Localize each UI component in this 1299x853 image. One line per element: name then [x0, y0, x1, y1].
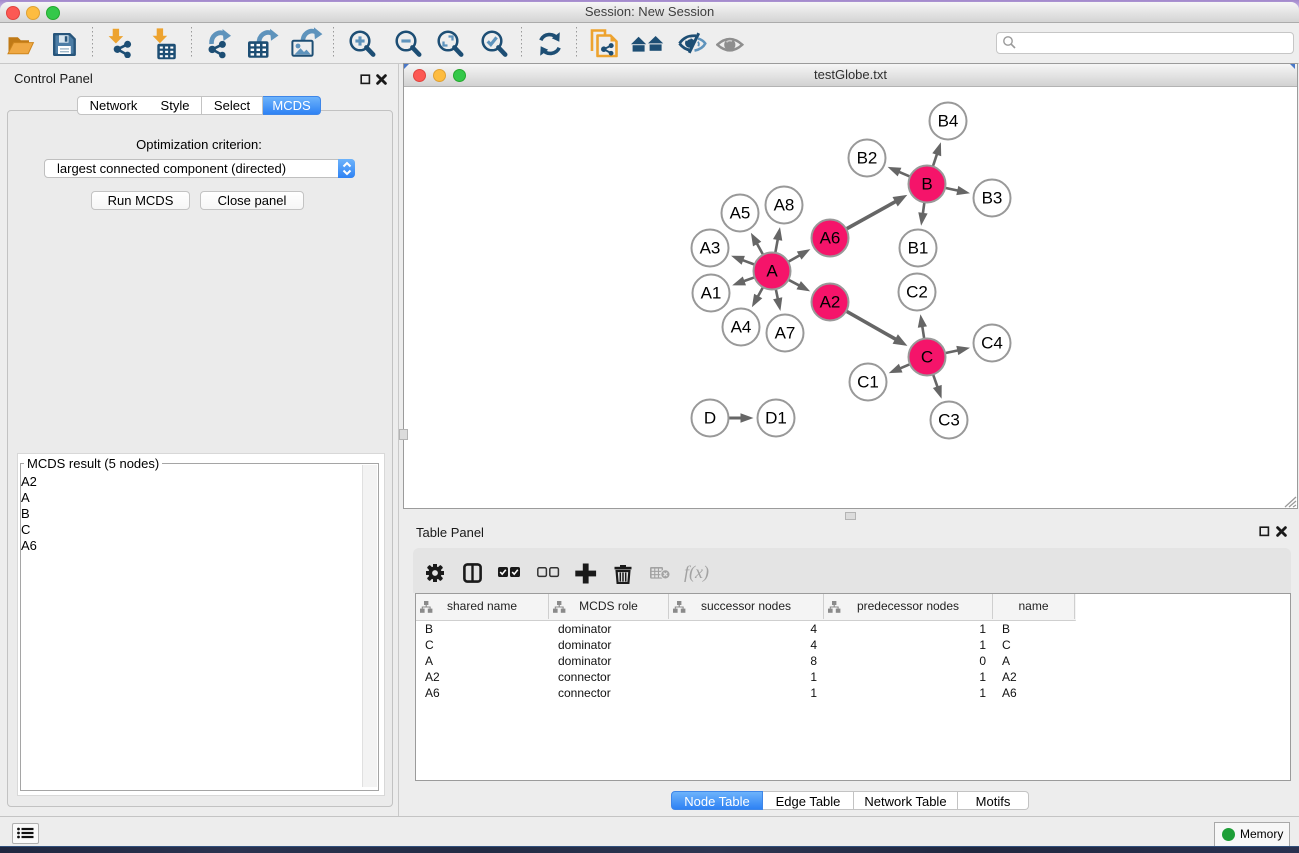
- svg-text:A7: A7: [775, 324, 796, 343]
- svg-text:C3: C3: [938, 411, 960, 430]
- svg-text:B3: B3: [982, 189, 1003, 208]
- svg-text:B4: B4: [938, 112, 959, 131]
- svg-text:A1: A1: [701, 284, 722, 303]
- svg-text:A2: A2: [820, 293, 841, 312]
- svg-text:C1: C1: [857, 373, 879, 392]
- svg-text:A5: A5: [730, 204, 751, 223]
- svg-text:B: B: [921, 175, 932, 194]
- svg-text:C: C: [921, 348, 933, 367]
- svg-text:A8: A8: [774, 196, 795, 215]
- svg-text:D1: D1: [765, 409, 787, 428]
- svg-text:A4: A4: [731, 318, 752, 337]
- svg-text:B2: B2: [857, 149, 878, 168]
- svg-text:A: A: [766, 262, 778, 281]
- svg-text:A6: A6: [820, 229, 841, 248]
- svg-text:C2: C2: [906, 283, 928, 302]
- svg-text:A3: A3: [700, 239, 721, 258]
- svg-text:D: D: [704, 409, 716, 428]
- svg-text:B1: B1: [908, 239, 929, 258]
- svg-text:C4: C4: [981, 334, 1003, 353]
